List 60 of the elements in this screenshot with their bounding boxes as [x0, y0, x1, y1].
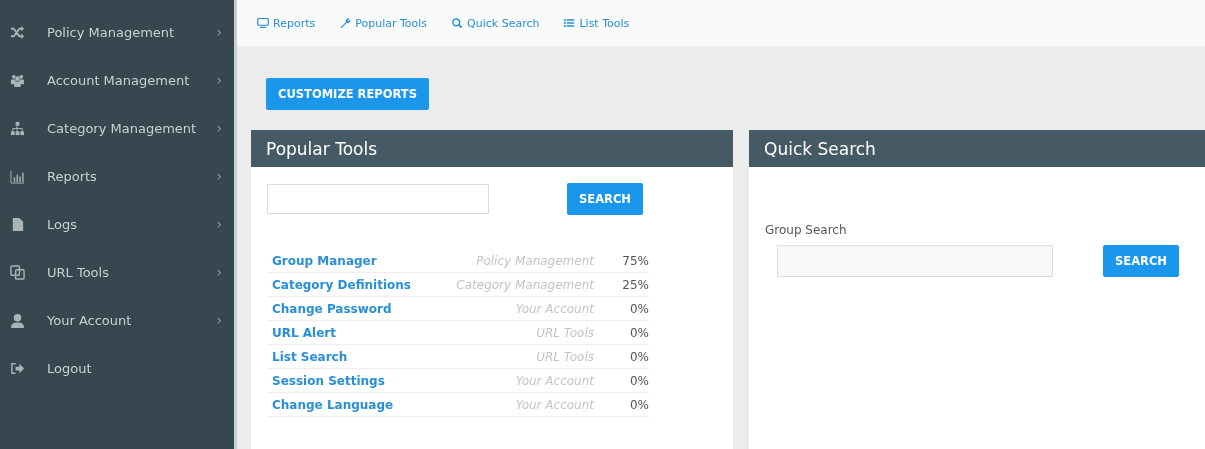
document-icon: [10, 216, 25, 232]
list-icon: [563, 17, 576, 29]
usage-percent: 25%: [621, 277, 649, 292]
section-label: URL Tools: [535, 349, 594, 364]
group-search-field[interactable]: [777, 245, 1053, 277]
chevron-icon: ›: [216, 264, 222, 280]
bar-chart-icon: [10, 168, 25, 184]
sidebar-item[interactable]: Account Management: [47, 72, 217, 88]
section-label: Your Account: [514, 397, 594, 412]
monitor-icon: [257, 17, 269, 29]
section-label: Category Management: [455, 277, 594, 292]
panel-title: Quick Search: [749, 130, 1205, 167]
customize-reports-button[interactable]: CUSTOMIZE REPORTS: [266, 78, 429, 110]
section-label: Policy Management: [475, 253, 594, 268]
chevron-icon: ›: [216, 312, 222, 328]
tool-link[interactable]: Session Settings: [272, 373, 424, 388]
chevron-icon: ›: [216, 72, 222, 88]
panel-title: Popular Tools: [251, 130, 733, 167]
chevron-icon: ›: [216, 24, 222, 40]
sidebar-item[interactable]: Reports: [47, 168, 217, 184]
chevron-icon: ›: [216, 216, 222, 232]
nav-link[interactable]: Quick Search: [451, 16, 540, 30]
section-label: Your Account: [514, 301, 594, 316]
users-icon: [10, 72, 25, 88]
tool-link[interactable]: Group Manager: [272, 253, 424, 268]
sign-out-icon: [10, 360, 25, 376]
tool-link[interactable]: Category Definitions: [272, 277, 424, 292]
nav-link[interactable]: Popular Tools: [339, 16, 428, 30]
chevron-icon: ›: [216, 168, 222, 184]
wrench-icon: [339, 17, 352, 29]
sidebar-item[interactable]: Logout: [47, 360, 222, 376]
search-icon: [451, 17, 464, 29]
sidebar-item[interactable]: URL Tools: [47, 264, 217, 280]
sidebar-item[interactable]: Logs: [47, 216, 217, 232]
copy-icon: [10, 264, 25, 280]
sidebar-item[interactable]: Policy Management: [47, 24, 217, 40]
chevron-icon: ›: [216, 120, 222, 136]
usage-percent: 0%: [628, 301, 649, 316]
tool-link[interactable]: Change Password: [272, 301, 424, 316]
tool-link[interactable]: URL Alert: [272, 325, 424, 340]
user-icon: [10, 312, 25, 328]
sidebar-item[interactable]: Category Management: [47, 120, 217, 136]
tool-link[interactable]: Change Language: [272, 397, 424, 412]
sidebar-item[interactable]: Your Account: [47, 312, 217, 328]
sitemap-icon: [10, 120, 25, 136]
search-button[interactable]: SEARCH: [567, 183, 643, 215]
field-label: Group Search: [765, 223, 847, 237]
usage-percent: 0%: [628, 349, 649, 364]
usage-percent: 0%: [628, 325, 649, 340]
section-label: Your Account: [514, 373, 594, 388]
search-button[interactable]: SEARCH: [1103, 245, 1179, 277]
usage-percent: 0%: [628, 373, 649, 388]
nav-link[interactable]: List Tools: [563, 16, 630, 30]
search-field[interactable]: [267, 184, 489, 214]
shuffle-icon: [10, 24, 25, 40]
tool-link[interactable]: List Search: [272, 349, 424, 364]
section-label: URL Tools: [535, 325, 594, 340]
usage-percent: 0%: [628, 397, 649, 412]
usage-percent: 75%: [621, 253, 649, 268]
nav-link[interactable]: Reports: [257, 16, 316, 30]
